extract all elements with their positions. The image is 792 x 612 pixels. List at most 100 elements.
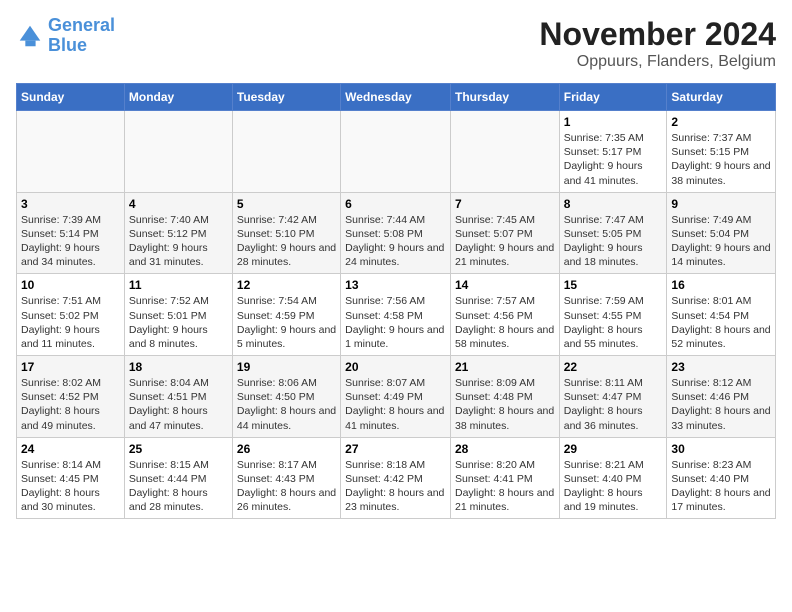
day-number: 27: [345, 442, 446, 456]
day-info: Sunrise: 7:47 AM Sunset: 5:05 PM Dayligh…: [564, 213, 663, 270]
day-info: Sunrise: 7:39 AM Sunset: 5:14 PM Dayligh…: [21, 213, 120, 270]
day-info: Sunrise: 8:17 AM Sunset: 4:43 PM Dayligh…: [237, 458, 336, 515]
day-number: 13: [345, 278, 446, 292]
day-info: Sunrise: 7:57 AM Sunset: 4:56 PM Dayligh…: [455, 294, 555, 351]
day-info: Sunrise: 7:42 AM Sunset: 5:10 PM Dayligh…: [237, 213, 336, 270]
calendar-cell: [450, 111, 559, 193]
calendar-header-saturday: Saturday: [667, 84, 776, 111]
day-info: Sunrise: 8:01 AM Sunset: 4:54 PM Dayligh…: [671, 294, 771, 351]
day-info: Sunrise: 8:18 AM Sunset: 4:42 PM Dayligh…: [345, 458, 446, 515]
calendar-cell: [232, 111, 340, 193]
calendar-cell: 3 Sunrise: 7:39 AM Sunset: 5:14 PM Daylig…: [17, 192, 125, 274]
day-info: Sunrise: 8:09 AM Sunset: 4:48 PM Dayligh…: [455, 376, 555, 433]
page-title: November 2024: [539, 16, 776, 53]
calendar-cell: 8 Sunrise: 7:47 AM Sunset: 5:05 PM Daylig…: [559, 192, 667, 274]
calendar-cell: 26 Sunrise: 8:17 AM Sunset: 4:43 PM Dayli…: [232, 437, 340, 519]
calendar-cell: 18Sunrise: 8:04 AM Sunset: 4:51 PM Dayli…: [124, 356, 232, 438]
day-info: Sunrise: 7:56 AM Sunset: 4:58 PM Dayligh…: [345, 294, 446, 351]
calendar-cell: 29 Sunrise: 8:21 AM Sunset: 4:40 PM Dayli…: [559, 437, 667, 519]
day-number: 4: [129, 197, 228, 211]
day-info: Sunrise: 7:35 AM Sunset: 5:17 PM Dayligh…: [564, 131, 663, 188]
day-info: Sunrise: 7:40 AM Sunset: 5:12 PM Dayligh…: [129, 213, 228, 270]
day-info: Sunrise: 7:51 AM Sunset: 5:02 PM Dayligh…: [21, 294, 120, 351]
day-info: Sunrise: 7:49 AM Sunset: 5:04 PM Dayligh…: [671, 213, 771, 270]
calendar-header-friday: Friday: [559, 84, 667, 111]
day-number: 9: [671, 197, 771, 211]
calendar-cell: 16Sunrise: 8:01 AM Sunset: 4:54 PM Dayli…: [667, 274, 776, 356]
day-info: Sunrise: 8:02 AM Sunset: 4:52 PM Dayligh…: [21, 376, 120, 433]
calendar-cell: 19Sunrise: 8:06 AM Sunset: 4:50 PM Dayli…: [232, 356, 340, 438]
day-info: Sunrise: 7:59 AM Sunset: 4:55 PM Dayligh…: [564, 294, 663, 351]
calendar-cell: 1 Sunrise: 7:35 AM Sunset: 5:17 PM Daylig…: [559, 111, 667, 193]
day-number: 24: [21, 442, 120, 456]
day-info: Sunrise: 8:11 AM Sunset: 4:47 PM Dayligh…: [564, 376, 663, 433]
calendar-cell: 2 Sunrise: 7:37 AM Sunset: 5:15 PM Daylig…: [667, 111, 776, 193]
day-number: 23: [671, 360, 771, 374]
day-info: Sunrise: 8:15 AM Sunset: 4:44 PM Dayligh…: [129, 458, 228, 515]
day-info: Sunrise: 7:44 AM Sunset: 5:08 PM Dayligh…: [345, 213, 446, 270]
day-info: Sunrise: 7:37 AM Sunset: 5:15 PM Dayligh…: [671, 131, 771, 188]
day-number: 29: [564, 442, 663, 456]
day-number: 6: [345, 197, 446, 211]
calendar-cell: 25Sunrise: 8:15 AM Sunset: 4:44 PM Dayli…: [124, 437, 232, 519]
day-info: Sunrise: 8:14 AM Sunset: 4:45 PM Dayligh…: [21, 458, 120, 515]
calendar-week-row: 24 Sunrise: 8:14 AM Sunset: 4:45 PM Dayli…: [17, 437, 776, 519]
calendar-cell: 12 Sunrise: 7:54 AM Sunset: 4:59 PM Dayli…: [232, 274, 340, 356]
day-number: 14: [455, 278, 555, 292]
calendar-cell: [124, 111, 232, 193]
calendar-cell: 5 Sunrise: 7:42 AM Sunset: 5:10 PM Daylig…: [232, 192, 340, 274]
day-number: 1: [564, 115, 663, 129]
day-number: 5: [237, 197, 336, 211]
day-info: Sunrise: 7:54 AM Sunset: 4:59 PM Dayligh…: [237, 294, 336, 351]
calendar-cell: 21 Sunrise: 8:09 AM Sunset: 4:48 PM Dayli…: [450, 356, 559, 438]
calendar-cell: 28 Sunrise: 8:20 AM Sunset: 4:41 PM Dayli…: [450, 437, 559, 519]
day-info: Sunrise: 7:52 AM Sunset: 5:01 PM Dayligh…: [129, 294, 228, 351]
day-number: 19: [237, 360, 336, 374]
calendar-week-row: 10 Sunrise: 7:51 AM Sunset: 5:02 PM Dayli…: [17, 274, 776, 356]
day-number: 12: [237, 278, 336, 292]
calendar-week-row: 1 Sunrise: 7:35 AM Sunset: 5:17 PM Daylig…: [17, 111, 776, 193]
day-number: 8: [564, 197, 663, 211]
calendar-header-row: SundayMondayTuesdayWednesdayThursdayFrid…: [17, 84, 776, 111]
calendar-cell: 27 Sunrise: 8:18 AM Sunset: 4:42 PM Dayli…: [341, 437, 451, 519]
calendar-cell: [17, 111, 125, 193]
day-info: Sunrise: 8:21 AM Sunset: 4:40 PM Dayligh…: [564, 458, 663, 515]
day-info: Sunrise: 8:20 AM Sunset: 4:41 PM Dayligh…: [455, 458, 555, 515]
calendar-cell: 6 Sunrise: 7:44 AM Sunset: 5:08 PM Daylig…: [341, 192, 451, 274]
calendar-cell: 10 Sunrise: 7:51 AM Sunset: 5:02 PM Dayli…: [17, 274, 125, 356]
calendar-cell: 13 Sunrise: 7:56 AM Sunset: 4:58 PM Dayli…: [341, 274, 451, 356]
day-number: 26: [237, 442, 336, 456]
calendar-header-tuesday: Tuesday: [232, 84, 340, 111]
day-number: 28: [455, 442, 555, 456]
day-info: Sunrise: 8:12 AM Sunset: 4:46 PM Dayligh…: [671, 376, 771, 433]
day-number: 21: [455, 360, 555, 374]
calendar-header-thursday: Thursday: [450, 84, 559, 111]
day-number: 18: [129, 360, 228, 374]
calendar-cell: 9 Sunrise: 7:49 AM Sunset: 5:04 PM Daylig…: [667, 192, 776, 274]
day-number: 3: [21, 197, 120, 211]
page-subtitle: Oppuurs, Flanders, Belgium: [539, 53, 776, 71]
calendar-cell: 4 Sunrise: 7:40 AM Sunset: 5:12 PM Daylig…: [124, 192, 232, 274]
calendar-cell: 15Sunrise: 7:59 AM Sunset: 4:55 PM Dayli…: [559, 274, 667, 356]
logo-icon: [16, 22, 44, 50]
day-number: 20: [345, 360, 446, 374]
calendar-cell: 11 Sunrise: 7:52 AM Sunset: 5:01 PM Dayli…: [124, 274, 232, 356]
calendar-cell: 23 Sunrise: 8:12 AM Sunset: 4:46 PM Dayli…: [667, 356, 776, 438]
title-block: November 2024 Oppuurs, Flanders, Belgium: [539, 16, 776, 71]
calendar-cell: [341, 111, 451, 193]
day-number: 10: [21, 278, 120, 292]
day-number: 2: [671, 115, 771, 129]
day-number: 22: [564, 360, 663, 374]
calendar-week-row: 3 Sunrise: 7:39 AM Sunset: 5:14 PM Daylig…: [17, 192, 776, 274]
day-number: 30: [671, 442, 771, 456]
calendar-header-sunday: Sunday: [17, 84, 125, 111]
day-info: Sunrise: 8:07 AM Sunset: 4:49 PM Dayligh…: [345, 376, 446, 433]
day-number: 11: [129, 278, 228, 292]
calendar-week-row: 17 Sunrise: 8:02 AM Sunset: 4:52 PM Dayli…: [17, 356, 776, 438]
page-header: General Blue November 2024 Oppuurs, Flan…: [16, 16, 776, 71]
calendar-header-wednesday: Wednesday: [341, 84, 451, 111]
calendar-table: SundayMondayTuesdayWednesdayThursdayFrid…: [16, 83, 776, 519]
logo: General Blue: [16, 16, 115, 56]
day-info: Sunrise: 8:23 AM Sunset: 4:40 PM Dayligh…: [671, 458, 771, 515]
day-number: 17: [21, 360, 120, 374]
